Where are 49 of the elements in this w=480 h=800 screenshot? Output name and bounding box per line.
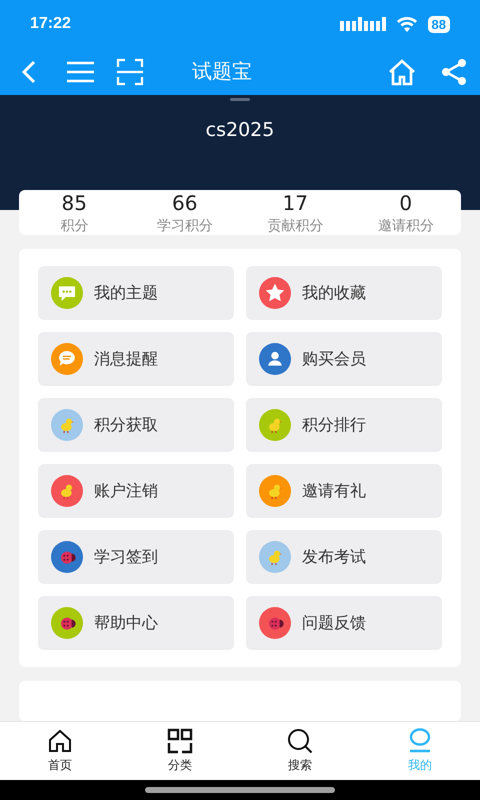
user-icon bbox=[407, 728, 433, 754]
menu-item[interactable]: 学习签到 bbox=[38, 530, 234, 584]
message-icon bbox=[59, 351, 75, 366]
clock: 17:22 bbox=[30, 15, 71, 33]
scan-icon[interactable] bbox=[116, 58, 144, 86]
menu-item[interactable]: 积分排行 bbox=[246, 398, 442, 452]
home-icon bbox=[47, 728, 73, 754]
menu-item[interactable]: 消息提醒 bbox=[38, 332, 234, 386]
chick-icon bbox=[61, 418, 74, 434]
signal-icon bbox=[340, 17, 388, 31]
menu-item[interactable]: 积分获取 bbox=[38, 398, 234, 452]
ladybug-icon bbox=[61, 552, 76, 564]
stat-label: 积分 bbox=[60, 216, 88, 234]
battery-level: 88 bbox=[428, 16, 450, 32]
grid-icon bbox=[167, 728, 193, 754]
menu-item[interactable]: 帮助中心 bbox=[38, 596, 234, 650]
stat-value: 66 bbox=[172, 190, 198, 214]
menu-item[interactable]: 账户注销 bbox=[38, 464, 234, 518]
menu-item[interactable]: 购买会员 bbox=[246, 332, 442, 386]
person-icon bbox=[268, 352, 282, 366]
tab-item[interactable]: 分类 bbox=[120, 722, 240, 780]
share-icon[interactable] bbox=[440, 58, 468, 86]
search-icon bbox=[287, 728, 313, 754]
chick-icon bbox=[61, 484, 74, 500]
ladybug-icon bbox=[269, 618, 284, 630]
menu-item[interactable]: 邀请有礼 bbox=[246, 464, 442, 518]
star-icon bbox=[266, 284, 284, 302]
stat-label: 贡献积分 bbox=[267, 216, 324, 234]
home-icon[interactable] bbox=[388, 58, 416, 86]
stat-label: 学习积分 bbox=[156, 216, 213, 234]
avatar-edge bbox=[230, 98, 250, 101]
menu-item[interactable]: 发布考试 bbox=[246, 530, 442, 584]
stat-value: 0 bbox=[399, 190, 412, 214]
chick-icon bbox=[269, 550, 282, 566]
stat-label: 邀请积分 bbox=[378, 216, 434, 234]
menu-item[interactable]: 我的主题 bbox=[38, 266, 234, 320]
app-title: 试题宝 bbox=[191, 58, 253, 85]
chick-icon bbox=[269, 484, 282, 500]
tab-item[interactable]: 首页 bbox=[0, 722, 120, 780]
chick-icon bbox=[269, 418, 282, 434]
stat-value: 85 bbox=[62, 190, 87, 214]
stat-value: 17 bbox=[282, 190, 308, 214]
wifi-icon bbox=[396, 16, 418, 32]
menu-item[interactable]: 我的收藏 bbox=[246, 266, 442, 320]
chat-bubble-icon bbox=[59, 286, 75, 301]
menu-item[interactable]: 问题反馈 bbox=[246, 596, 442, 650]
username: cs2025 bbox=[206, 119, 274, 141]
tab-item[interactable]: 搜索 bbox=[240, 722, 360, 780]
ladybug-icon bbox=[61, 618, 76, 630]
